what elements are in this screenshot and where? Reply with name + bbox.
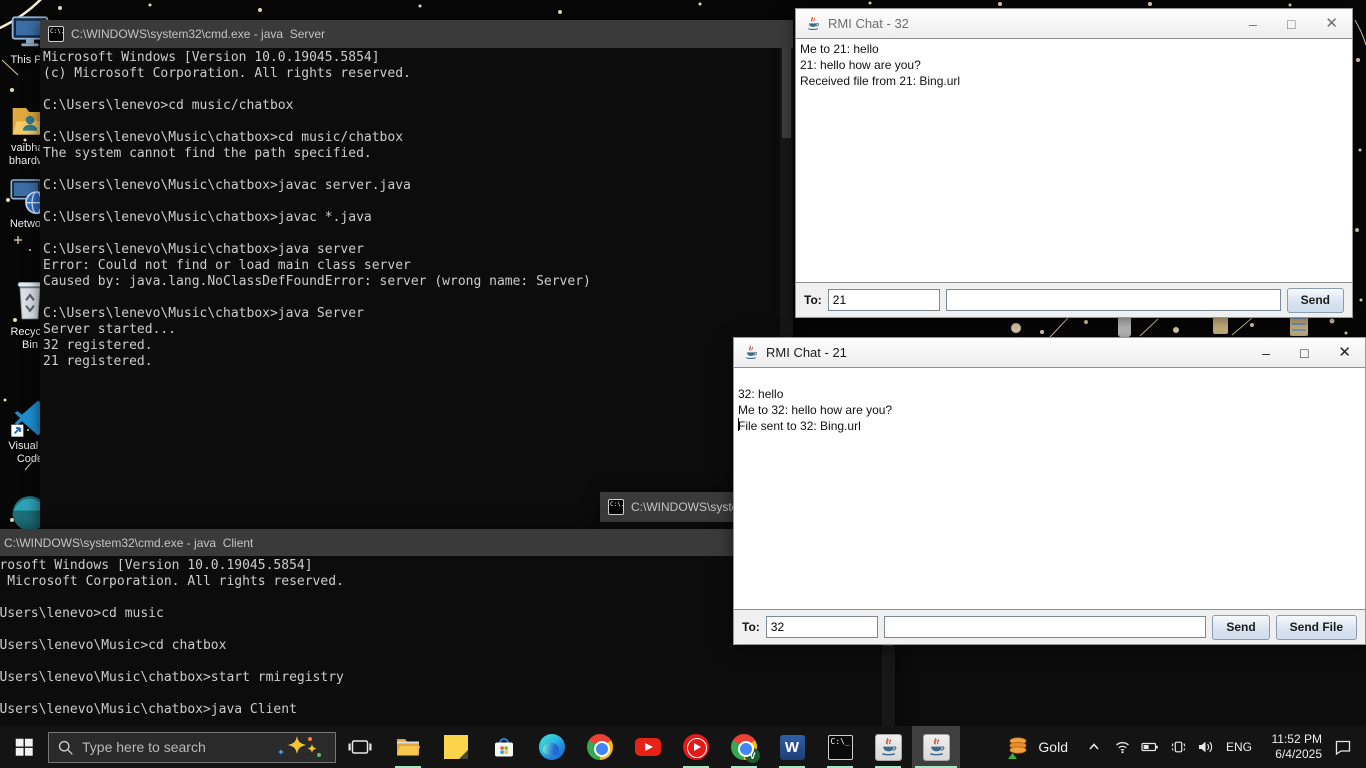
- taskbar-app-microsoft-edge[interactable]: [528, 726, 576, 768]
- taskbar-app-cmd[interactable]: C:\_: [816, 726, 864, 768]
- word-icon: W: [780, 735, 805, 760]
- taskbar-clock[interactable]: 11:52 PM 6/4/2025: [1260, 732, 1322, 762]
- widget-label: Gold: [1038, 739, 1068, 755]
- chat-log[interactable]: 32: hello Me to 32: hello how are you? F…: [734, 367, 1365, 610]
- window-titlebar[interactable]: RMI Chat - 21 – □ ✕: [734, 338, 1365, 367]
- to-label: To:: [804, 293, 822, 307]
- task-view-icon: [348, 735, 372, 759]
- chrome-icon: V: [731, 734, 757, 760]
- clock-time: 11:52 PM: [1260, 732, 1322, 747]
- text-caret: [738, 418, 739, 431]
- profile-badge: V: [745, 748, 760, 763]
- taskbar-app-java-1[interactable]: [864, 726, 912, 768]
- youtube-icon: [635, 738, 661, 756]
- to-label: To:: [742, 620, 760, 634]
- window-titlebar[interactable]: RMI Chat - 32 – □ ✕: [796, 9, 1352, 38]
- java-icon: [923, 734, 950, 761]
- java-icon: [805, 16, 821, 32]
- message-panel: To: Send Send File: [734, 610, 1365, 644]
- minimize-button[interactable]: –: [1262, 346, 1270, 360]
- window-title: RMI Chat - 32: [828, 16, 1242, 31]
- clock-date: 6/4/2025: [1260, 747, 1322, 762]
- send-file-button[interactable]: Send File: [1276, 615, 1357, 640]
- message-input[interactable]: [946, 289, 1281, 311]
- cmd-output: Microsoft Windows [Version 10.0.19045.58…: [40, 48, 793, 370]
- copilot-sparkle-icon: [275, 734, 327, 760]
- maximize-button[interactable]: □: [1300, 346, 1308, 360]
- cmd-icon: C:\.: [48, 26, 64, 42]
- action-center-button[interactable]: [1326, 726, 1360, 768]
- system-tray: Gold: [996, 726, 1366, 768]
- search-icon: [57, 739, 74, 756]
- taskbar-app-java-2[interactable]: [912, 726, 960, 768]
- cmd-window-java-server: C:\. C:\WINDOWS\system32\cmd.exe - java …: [40, 20, 793, 530]
- taskbar-app-file-explorer[interactable]: [384, 726, 432, 768]
- language-indicator[interactable]: ENG: [1222, 740, 1256, 754]
- cmd-icon: C:\.: [608, 499, 624, 515]
- volume-icon[interactable]: [1194, 726, 1218, 768]
- youtube-music-icon: [683, 734, 709, 760]
- taskbar: V W C:\_: [0, 726, 1366, 768]
- taskbar-app-youtube-music[interactable]: [672, 726, 720, 768]
- chrome-icon: [587, 734, 613, 760]
- send-button[interactable]: Send: [1287, 288, 1344, 313]
- command-prompt-icon: C:\_: [828, 735, 853, 760]
- taskbar-app-youtube[interactable]: [624, 726, 672, 768]
- edge-icon: [539, 734, 565, 760]
- taskbar-app-microsoft-store[interactable]: [480, 726, 528, 768]
- wifi-icon[interactable]: [1110, 726, 1134, 768]
- taskbar-app-sticky-notes[interactable]: [432, 726, 480, 768]
- start-button[interactable]: [0, 726, 48, 768]
- microsoft-store-icon: [491, 734, 517, 760]
- taskbar-app-chrome-profile[interactable]: V: [720, 726, 768, 768]
- message-panel: To: Send: [796, 283, 1352, 317]
- windows-logo-icon: [13, 736, 35, 758]
- gold-coins-icon: [1006, 734, 1030, 760]
- window-title: RMI Chat - 21: [766, 345, 1255, 360]
- java-icon: [743, 345, 759, 361]
- recipient-input[interactable]: [828, 289, 940, 311]
- taskbar-search[interactable]: [48, 732, 336, 763]
- search-input[interactable]: [82, 739, 267, 755]
- recipient-input[interactable]: [766, 616, 878, 638]
- minimize-button[interactable]: –: [1249, 17, 1257, 31]
- close-button[interactable]: ✕: [1325, 17, 1338, 31]
- battery-icon[interactable]: [1138, 726, 1162, 768]
- cmd-window-title: C:\WINDOWS\system32\cmd.exe - java Serve…: [71, 27, 325, 41]
- hidden-icons-chevron[interactable]: [1082, 726, 1106, 768]
- task-view-button[interactable]: [336, 726, 384, 768]
- message-input[interactable]: [884, 616, 1207, 638]
- java-icon: [875, 734, 902, 761]
- cmd-window-title: C:\WINDOWS\system32\cmd.exe - java Clien…: [4, 536, 253, 550]
- send-button[interactable]: Send: [1212, 615, 1269, 640]
- cmd-titlebar[interactable]: C:\. C:\WINDOWS\system32\cmd.exe - java …: [40, 20, 793, 48]
- chat-log[interactable]: Me to 21: hello 21: hello how are you? R…: [796, 38, 1352, 283]
- rotation-lock-icon[interactable]: [1166, 726, 1190, 768]
- file-explorer-icon: [395, 734, 421, 760]
- close-button[interactable]: ✕: [1338, 346, 1351, 360]
- rmi-chat-32-window: RMI Chat - 32 – □ ✕ Me to 21: hello 21: …: [795, 8, 1353, 318]
- rmi-chat-21-window: RMI Chat - 21 – □ ✕ 32: hello Me to 32: …: [733, 337, 1366, 645]
- taskbar-app-google-chrome[interactable]: [576, 726, 624, 768]
- scrollbar-thumb[interactable]: [782, 48, 791, 138]
- maximize-button[interactable]: □: [1287, 17, 1295, 31]
- sticky-notes-icon: [444, 735, 468, 759]
- taskbar-app-word[interactable]: W: [768, 726, 816, 768]
- chat-messages: 32: hello Me to 32: hello how are you? F…: [738, 387, 892, 433]
- news-widget-gold[interactable]: Gold: [996, 726, 1078, 768]
